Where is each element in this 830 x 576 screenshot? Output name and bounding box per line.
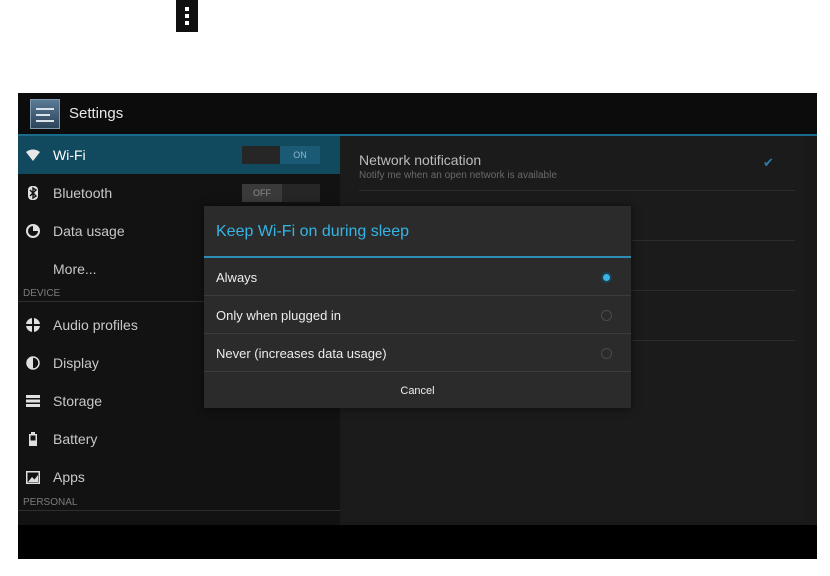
wifi-icon	[26, 148, 40, 162]
checkmark-icon[interactable]: ✔	[763, 156, 775, 169]
system-nav-bar	[18, 525, 817, 559]
option-label: Only when plugged in	[216, 307, 342, 323]
bluetooth-toggle[interactable]: OFF	[242, 184, 320, 202]
radio-unselected-icon[interactable]	[601, 347, 612, 359]
audio-profiles-icon	[26, 318, 40, 332]
option-always[interactable]: Always	[204, 258, 631, 296]
toggle-state: ON	[280, 146, 320, 164]
toggle-state: OFF	[242, 184, 282, 202]
action-bar: Settings	[18, 93, 817, 136]
apps-icon	[26, 470, 40, 484]
app-title: Settings	[69, 105, 124, 122]
overflow-dot	[185, 21, 189, 25]
sidebar-item-apps[interactable]: Apps	[18, 458, 340, 496]
cancel-button[interactable]: Cancel	[204, 371, 631, 409]
pref-summary: Notify me when an open network is availa…	[359, 170, 557, 181]
sidebar-item-label: Apps	[53, 469, 85, 485]
settings-app-icon[interactable]	[30, 99, 60, 129]
sidebar-item-wifi[interactable]: Wi-Fi ON	[18, 136, 340, 174]
data-usage-icon	[26, 224, 40, 238]
sidebar-item-label: Battery	[53, 431, 98, 447]
option-label: Never (increases data usage)	[216, 345, 387, 361]
section-divider	[18, 510, 340, 511]
keep-wifi-dialog: Keep Wi-Fi on during sleep Always Only w…	[204, 206, 631, 408]
radio-unselected-icon[interactable]	[601, 309, 612, 321]
option-only-when-plugged-in[interactable]: Only when plugged in	[204, 296, 631, 334]
option-label: Always	[216, 269, 258, 285]
wifi-toggle[interactable]: ON	[242, 146, 320, 164]
overflow-dot	[185, 7, 189, 11]
pref-title: Network notification	[359, 152, 482, 168]
device-screen: Settings Wi-Fi ON Bluetooth OFF Data usa…	[18, 93, 817, 559]
section-header-personal: PERSONAL	[23, 497, 78, 508]
option-never[interactable]: Never (increases data usage)	[204, 334, 631, 372]
storage-icon	[26, 394, 40, 408]
overflow-menu-icon[interactable]	[176, 0, 198, 32]
section-header-device: DEVICE	[23, 288, 61, 299]
dialog-title: Keep Wi-Fi on during sleep	[216, 223, 409, 240]
overflow-dot	[185, 14, 189, 18]
sidebar-item-battery[interactable]: Battery	[18, 420, 340, 458]
display-icon	[26, 356, 40, 370]
radio-selected-icon[interactable]	[601, 271, 612, 283]
pref-divider	[359, 190, 795, 191]
bluetooth-icon	[26, 186, 40, 200]
battery-icon	[26, 432, 40, 446]
